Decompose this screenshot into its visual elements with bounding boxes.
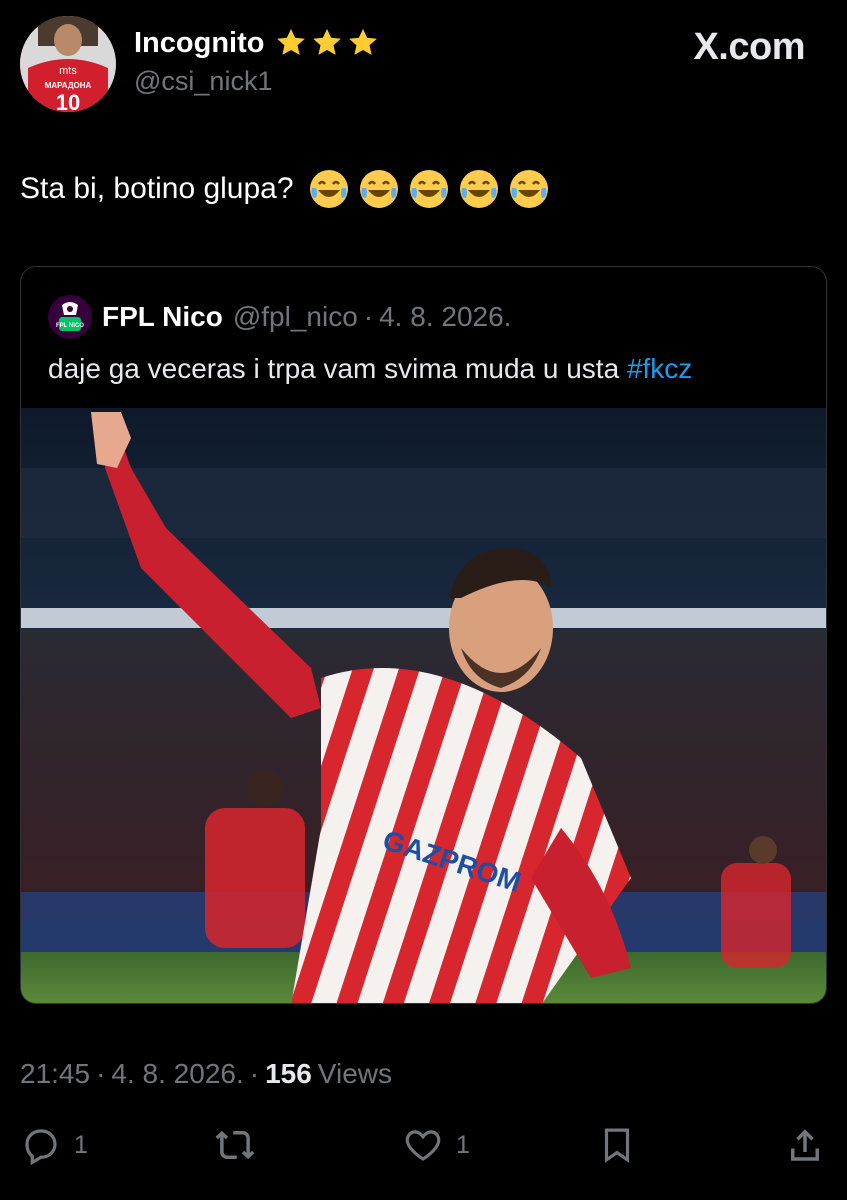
bookmark-icon: [604, 1128, 630, 1163]
author-avatar[interactable]: mts МАРАДОНА 10: [20, 16, 116, 112]
like-count: 1: [456, 1130, 470, 1159]
like-button[interactable]: 1: [402, 1124, 470, 1166]
share-icon: [791, 1129, 819, 1161]
star-icon: [277, 28, 306, 55]
quoted-date[interactable]: 4. 8. 2026.: [379, 301, 511, 333]
author-info: Incognito @csi_nick1: [134, 26, 380, 97]
repost-button[interactable]: [214, 1124, 268, 1166]
tweet-meta: 21:45 · 4. 8. 2026. · 156 Views: [20, 1058, 392, 1090]
quoted-author-avatar[interactable]: FPL NICO: [48, 295, 92, 339]
author-display-name[interactable]: Incognito: [134, 26, 380, 60]
star-icon: [349, 28, 378, 55]
tweet-date[interactable]: 4. 8. 2026.: [111, 1058, 243, 1090]
x-com-logo: X.com: [693, 26, 805, 68]
tweet-text: Sta bi, botino glupa?: [20, 172, 294, 205]
reply-count: 1: [74, 1130, 88, 1159]
tweet-body: Sta bi, botino glupa?: [20, 168, 550, 210]
bookmark-button[interactable]: [596, 1124, 638, 1166]
views-count: 156: [265, 1058, 312, 1089]
tweet-header: mts МАРАДОНА 10 Incognito @csi_nick1 X.c…: [20, 16, 827, 116]
emoji-row: [308, 168, 550, 210]
quoted-tweet-header: FPL NICO FPL Nico @fpl_nico · 4. 8. 2026…: [48, 295, 511, 339]
laughing-emoji-icon: [459, 170, 498, 208]
quoted-author-name[interactable]: FPL Nico: [102, 301, 223, 333]
meta-separator: ·: [96, 1058, 106, 1089]
quoted-text-body: daje ga veceras i trpa vam svima muda u …: [48, 353, 620, 384]
avatar-shirt-name: МАРАДОНА: [45, 81, 92, 90]
quoted-photo[interactable]: GAZPROM: [21, 408, 826, 1003]
hashtag-link[interactable]: #fkcz: [627, 353, 692, 384]
author-handle[interactable]: @csi_nick1: [134, 66, 380, 97]
stars-badge: [274, 26, 380, 60]
laughing-emoji-icon: [509, 170, 548, 208]
quoted-tweet-card[interactable]: FPL NICO FPL Nico @fpl_nico · 4. 8. 2026…: [20, 266, 827, 1004]
quoted-separator: ·: [363, 301, 374, 332]
avatar-sponsor-text: mts: [59, 65, 77, 77]
quoted-tweet-text: daje ga veceras i trpa vam svima muda u …: [48, 353, 692, 385]
star-icon: [313, 28, 342, 55]
laughing-emoji-icon: [309, 170, 348, 208]
reply-icon: [25, 1129, 57, 1166]
repost-icon: [215, 1130, 255, 1160]
share-button[interactable]: [784, 1124, 826, 1166]
heart-icon: [405, 1130, 441, 1161]
meta-separator: ·: [249, 1058, 260, 1089]
laughing-emoji-icon: [359, 170, 398, 208]
tweet-actions: 1 1: [20, 1124, 827, 1174]
avatar-shirt-number: 10: [56, 90, 80, 112]
quoted-avatar-text: FPL NICO: [56, 323, 84, 329]
laughing-emoji-icon: [409, 170, 448, 208]
reply-button[interactable]: 1: [20, 1124, 88, 1166]
quoted-author-handle[interactable]: @fpl_nico: [233, 301, 358, 333]
quoted-meta: @fpl_nico · 4. 8. 2026.: [233, 301, 512, 333]
tweet-time[interactable]: 21:45: [20, 1058, 90, 1090]
author-name-text: Incognito: [134, 26, 265, 59]
views-label: Views: [317, 1058, 392, 1089]
